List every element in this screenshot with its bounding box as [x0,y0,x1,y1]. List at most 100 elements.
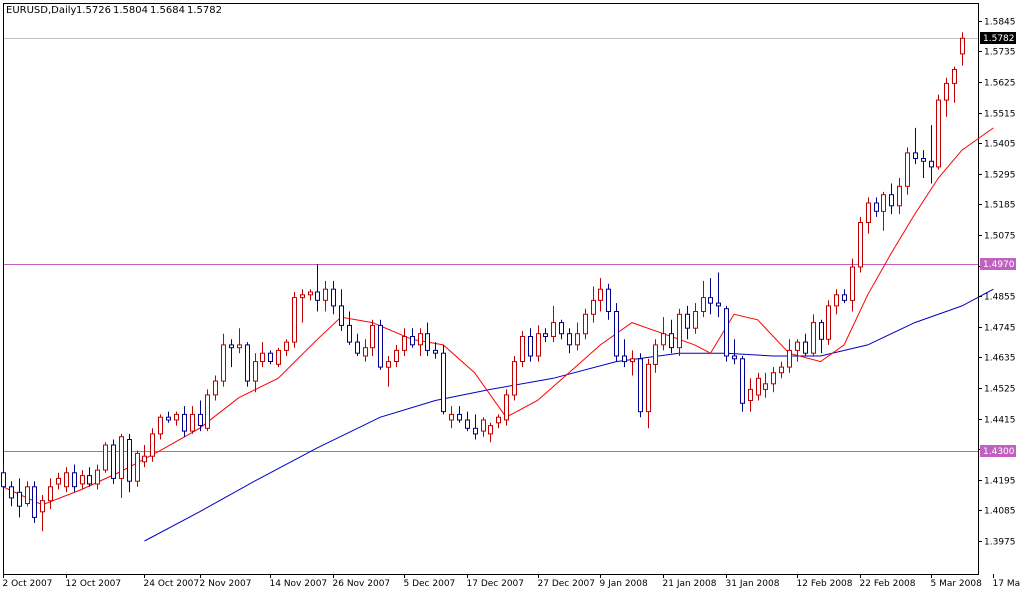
candle-body [559,322,564,335]
candle [936,94,941,170]
candle-body [17,491,22,507]
candle-body [622,355,627,363]
candle-body [449,413,454,421]
candle-body [174,413,179,421]
candle-body [881,194,886,212]
candle-body [795,341,800,351]
candle-body [819,322,824,340]
x-tick-label: 2 Oct 2007 [3,579,53,589]
candle [135,450,140,487]
candle-body [858,222,863,268]
candle-body [253,361,258,382]
x-tick-label: 17 Mar 2008 [993,579,1020,589]
y-tick-label: 1.4415 [984,416,1016,426]
candle-body [25,486,30,504]
candle-body [142,455,147,463]
candle-body [182,413,187,432]
candle-body [260,352,265,363]
candle [276,347,281,368]
candle [205,389,210,432]
candle [724,305,729,362]
candle-body [591,299,596,315]
candle [614,303,619,362]
x-tick-label: 31 Jan 2008 [726,579,780,589]
candle-body [481,419,486,432]
chart-window: 1.5845 1.5735 1.5625 1.5515 1.5405 1.5295 1.51… [0,0,1020,590]
candle-body [512,361,517,396]
candle-body [661,333,666,346]
candle-body [457,413,462,421]
candle-body [32,486,37,518]
candle-body [929,160,934,168]
candle [504,389,509,426]
y-tick-label: 1.4745 [984,324,1016,334]
candle-body [952,69,957,84]
candle-body [826,305,831,340]
candle-body [465,419,470,429]
candle-body [418,333,423,346]
candle-body [803,341,808,354]
candle-body [425,333,430,351]
candle-body [166,416,171,421]
current-price-badge-label: 1.5782 [983,34,1015,44]
candle-body [630,358,635,363]
candle-body [543,333,548,338]
candle-body [213,380,218,396]
y-tick-label: 1.4085 [984,507,1016,517]
high-value: 1.5804 [113,5,148,16]
candle [292,292,297,348]
candle-body [402,336,407,351]
candle-body [9,486,14,499]
candle-body [874,202,879,212]
candle-body [158,416,163,435]
candle-body [732,355,737,360]
candle-body [496,416,501,424]
candle-body [72,472,77,488]
x-tick-label: 12 Oct 2007 [66,579,122,589]
candle-body [787,349,792,368]
candle-body [677,313,682,349]
x-tick-label: 12 Feb 2008 [797,579,853,589]
x-tick-label: 21 Jan 2008 [663,579,717,589]
candle-body [897,185,902,207]
candle-body [811,322,816,354]
candle-body [693,311,698,329]
candle-body [842,294,847,301]
y-tick-label: 1.4195 [984,477,1016,487]
y-tick-label: 1.5295 [984,171,1016,181]
candle-body [323,288,328,301]
candle-body [646,363,651,413]
x-tick-label: 5 Mar 2008 [931,579,983,589]
candle-body [701,297,706,313]
candle-body [237,344,242,349]
open-value: 1.5726 [76,5,111,16]
candle-body [504,394,509,421]
candle-body [583,313,588,335]
candle-body [740,358,745,404]
candle [111,439,116,484]
candle-body [724,308,729,357]
candle-body [669,333,674,349]
x-tick-label: 2 Nov 2007 [200,579,252,589]
candle-body [276,349,281,365]
y-tick-label: 1.4855 [984,293,1016,303]
x-tick-label: 27 Dec 2007 [538,579,596,589]
candle-body [716,302,721,307]
candle-body [944,82,949,101]
candle [638,353,643,418]
candle [103,442,108,473]
y-tick-label: 1.5405 [984,140,1016,150]
x-tick-label: 26 Nov 2007 [333,579,391,589]
candle-body [763,383,768,390]
price-chart[interactable]: 1.5845 1.5735 1.5625 1.5515 1.5405 1.5295 1.51… [0,0,1020,590]
candle-body [111,444,116,479]
candle-body [127,439,132,482]
candle-body [190,413,195,432]
candle-body [653,344,658,365]
x-tick-label: 14 Nov 2007 [270,579,328,589]
candle-body [135,452,140,482]
candle-body [410,336,415,346]
candle-body [103,444,108,471]
candle-body [913,152,918,159]
candle [858,216,863,273]
